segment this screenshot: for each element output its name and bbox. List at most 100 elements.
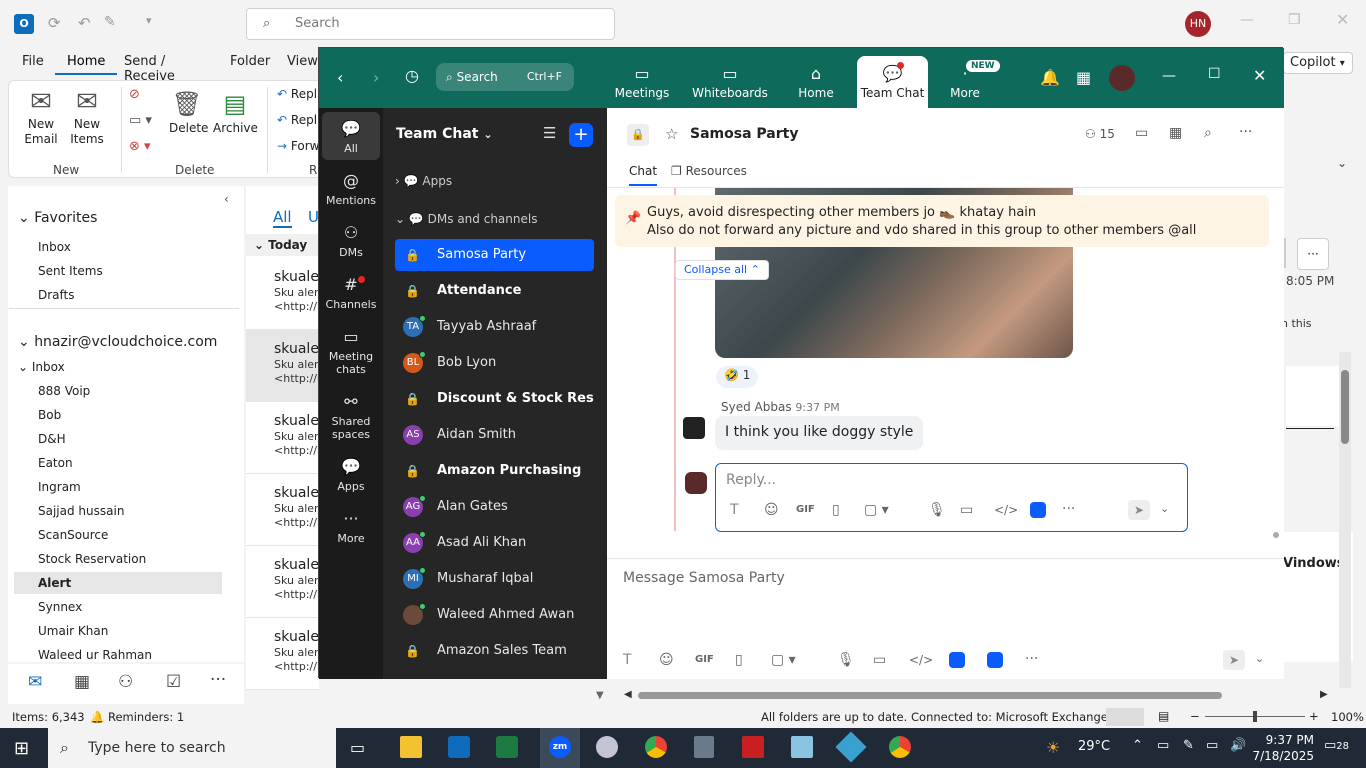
tasks-icon[interactable]: ☑ xyxy=(166,672,181,692)
taskbar-search-input[interactable]: ⌕ Type here to search xyxy=(48,728,336,768)
scroll-down-icon[interactable]: ▼ xyxy=(596,690,604,701)
junk-icon[interactable]: ⊗ ▾ xyxy=(129,139,151,154)
scroll-right-icon[interactable]: ▶ xyxy=(1320,689,1328,700)
tab-home[interactable]: ⌂ Home xyxy=(777,56,855,104)
video-icon[interactable]: ▭ xyxy=(1135,125,1148,141)
rail-apps[interactable]: 💬 Apps xyxy=(322,456,380,493)
fav-inbox[interactable]: Inbox xyxy=(38,240,71,254)
rail-channels[interactable]: # Channels xyxy=(322,274,380,311)
draft-icon[interactable]: ✎ xyxy=(104,14,116,30)
gif-icon[interactable]: GIF xyxy=(796,504,815,515)
zoom-slider[interactable] xyxy=(1205,711,1305,722)
team-chat-header[interactable]: Team Chat ⌄ xyxy=(396,126,493,142)
chrome-app-icon[interactable] xyxy=(889,736,911,758)
weather-temp[interactable]: 29°C xyxy=(1078,739,1110,754)
filter-icon[interactable]: ☰ xyxy=(543,124,556,142)
reply-button[interactable]: ↶ Repl xyxy=(277,87,317,101)
folder-item[interactable]: Synnex xyxy=(38,600,82,614)
send-icon[interactable]: ➤ xyxy=(1128,500,1150,520)
favorites-header[interactable]: ⌄ Favorites xyxy=(18,210,97,226)
zoom-slider-thumb[interactable] xyxy=(1253,711,1257,722)
tab-whiteboards[interactable]: ▭ Whiteboards xyxy=(690,56,770,104)
mail-icon[interactable]: ✉ xyxy=(28,672,42,692)
back-arrow-icon[interactable]: ‹ xyxy=(337,68,343,87)
ignore-icon[interactable]: ⊘ xyxy=(129,87,140,102)
outlook-app-icon[interactable] xyxy=(448,736,470,758)
weather-icon[interactable]: ☀ xyxy=(1046,738,1060,757)
file-icon[interactable]: ▯ xyxy=(735,652,743,668)
folder-item[interactable]: D&H xyxy=(38,432,66,446)
forward-button[interactable]: → Forw xyxy=(277,139,319,153)
tab-more[interactable]: · More NEW xyxy=(926,56,1004,104)
gif-icon[interactable]: GIF xyxy=(695,654,714,665)
folder-item[interactable]: Bob xyxy=(38,408,61,422)
dm-musharaf-iqbal[interactable]: MI Musharaf Iqbal xyxy=(395,563,594,595)
normal-view-icon[interactable] xyxy=(1106,708,1144,726)
calendar-icon[interactable]: ▦ xyxy=(1169,125,1182,141)
pen-icon[interactable]: ✎ xyxy=(1183,738,1194,753)
scrollbar-thumb[interactable] xyxy=(1341,370,1349,444)
rail-more[interactable]: ··· More xyxy=(322,508,380,545)
folder-item[interactable]: Umair Khan xyxy=(38,624,108,638)
rail-meeting-chats[interactable]: ▭ Meeting chats xyxy=(322,326,380,376)
calendar-icon[interactable]: ▦ xyxy=(1076,68,1091,87)
menu-folder[interactable]: Folder xyxy=(218,48,282,73)
more-icon[interactable]: ··· xyxy=(210,670,226,690)
reaction-badge[interactable]: 🤣 1 xyxy=(716,366,759,388)
archive-button[interactable]: ▤ Archive xyxy=(213,87,258,136)
close-icon[interactable]: ✕ xyxy=(1253,66,1266,85)
rail-mentions[interactable]: @ Mentions xyxy=(322,170,380,207)
menu-home[interactable]: Home xyxy=(55,48,118,75)
dm-asad-ali-khan[interactable]: AA Asad Ali Khan xyxy=(395,527,594,559)
reply-input[interactable]: Reply... T ☺ GIF ▯ ▢ ▾ 🎙 ▭ </> ··· ➤ ⌄ xyxy=(715,463,1188,532)
calendar-icon[interactable]: ▦ xyxy=(74,672,90,692)
folder-item-alert[interactable]: Alert xyxy=(38,576,71,590)
undo-icon[interactable]: ↶ xyxy=(78,14,91,32)
tab-resources[interactable]: ❐ Resources xyxy=(671,164,747,178)
folder-item[interactable]: ScanSource xyxy=(38,528,108,542)
app-icon[interactable] xyxy=(596,736,618,758)
video-message-icon[interactable]: ▭ xyxy=(960,502,973,518)
file-explorer-icon[interactable] xyxy=(400,736,422,758)
members-button[interactable]: ⚇ 15 xyxy=(1085,127,1115,141)
group-today[interactable]: ⌄ Today xyxy=(246,234,319,256)
fav-drafts[interactable]: Drafts xyxy=(38,288,75,302)
maximize-icon[interactable]: ☐ xyxy=(1208,66,1221,82)
dm-alan-gates[interactable]: AG Alan Gates xyxy=(395,491,594,523)
list-item[interactable]: skualerSku alert<http://i xyxy=(246,474,319,546)
folder-item[interactable]: Sajjad hussain xyxy=(38,504,124,518)
tab-team-chat[interactable]: 💬 Team Chat xyxy=(857,56,928,108)
screenshot-icon[interactable]: ▢ ▾ xyxy=(864,502,889,518)
rail-shared-spaces[interactable]: ⚯ Shared spaces xyxy=(322,391,380,441)
fav-sent[interactable]: Sent Items xyxy=(38,264,103,278)
pinned-message[interactable]: 📌 Guys, avoid disrespecting other member… xyxy=(615,195,1269,247)
chevron-up-icon[interactable]: ⌃ xyxy=(1132,738,1143,753)
status-reminders[interactable]: 🔔 Reminders: 1 xyxy=(90,710,184,724)
copilot-button[interactable]: Copilot ▾ xyxy=(1283,52,1353,74)
mic-icon[interactable]: 🎙 xyxy=(837,652,855,668)
battery-icon[interactable]: ▭ xyxy=(1157,738,1169,753)
file-icon[interactable]: ▯ xyxy=(832,502,840,518)
folder-item[interactable]: 888 Voip xyxy=(38,384,90,398)
cleanup-icon[interactable]: ▭ ▾ xyxy=(129,113,152,128)
clock[interactable]: 9:37 PM 7/18/2025 xyxy=(1250,732,1314,764)
windows-start-icon[interactable]: ⊞ xyxy=(14,738,29,759)
channel-discount-stock[interactable]: 🔒 Discount & Stock Res... xyxy=(395,383,594,415)
send-icon[interactable]: ➤ xyxy=(1223,650,1245,670)
channel-samosa-party[interactable]: 🔒 Samosa Party xyxy=(395,239,594,271)
scroll-left-icon[interactable]: ◀ xyxy=(624,689,632,700)
zoom-out-icon[interactable]: − xyxy=(1190,709,1200,723)
scrollbar-thumb[interactable] xyxy=(638,692,1222,699)
history-icon[interactable]: ◷ xyxy=(405,66,419,85)
bell-icon[interactable]: 🔔 xyxy=(1040,68,1060,87)
customize-toolbar-icon[interactable]: ▾ xyxy=(146,14,152,27)
apps-section[interactable]: › 💬 Apps xyxy=(395,174,452,188)
channel-attendance[interactable]: 🔒 Attendance xyxy=(395,275,594,307)
dm-waleed-ahmed-awan[interactable]: Waleed Ahmed Awan xyxy=(395,599,594,631)
code-icon[interactable]: </> xyxy=(994,503,1018,517)
more-icon[interactable]: ··· xyxy=(1239,124,1252,140)
search-icon[interactable]: ⌕ xyxy=(1204,125,1212,141)
notifications-icon[interactable]: ▭28 xyxy=(1324,738,1349,753)
minimize-icon[interactable]: — xyxy=(1240,12,1254,28)
more-actions-icon[interactable]: ··· xyxy=(1297,238,1329,270)
